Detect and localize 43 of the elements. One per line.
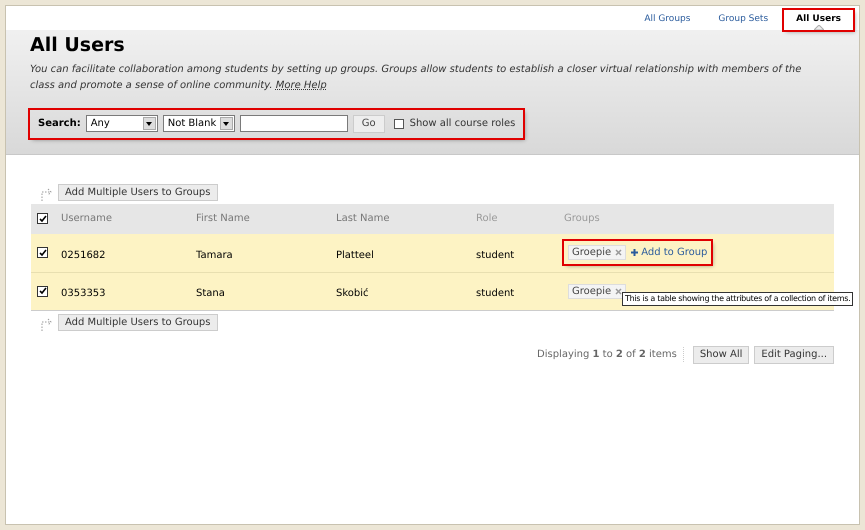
add-multiple-users-button[interactable]: Add Multiple Users to Groups [58,314,218,331]
add-multiple-users-button[interactable]: Add Multiple Users to Groups [58,184,218,201]
table-cell: Skobić [336,288,369,300]
group-tag: Groepie [568,245,626,260]
tab[interactable]: Group Sets [706,10,780,30]
paging-button[interactable]: Edit Paging... [754,346,834,364]
dropdown-arrow-icon [223,122,230,126]
table-cell: student [476,250,514,261]
group-tag: Groepie [568,284,626,299]
dropdown[interactable]: Not Blank [162,115,235,132]
paging-button[interactable]: Show All [692,346,750,364]
checkbox[interactable] [37,286,48,297]
column-header: Role [476,213,498,224]
table-cell: Platteel [336,250,374,261]
checkbox[interactable] [394,118,404,129]
plus-icon [631,249,638,256]
paging-summary: Displaying 1 to 2 of 2 items [537,347,684,362]
checkbox[interactable] [37,213,48,224]
dropdown[interactable]: Any [86,115,158,132]
column-header: Last Name [336,213,390,224]
column-header: First Name [196,213,250,224]
more-help-link[interactable]: More Help [276,80,327,91]
table-cell: 0251682 [61,250,106,261]
column-header: Groups [564,213,600,224]
remove-icon[interactable] [615,288,622,295]
tab-pointer-icon [814,24,824,30]
add-to-group-link[interactable]: Add to Group [631,245,708,260]
search-label: Search: [38,117,81,132]
checkbox-label: Show all course roles [410,117,516,132]
table-cell: 0353353 [61,288,106,300]
tab[interactable]: All Users [784,10,853,30]
tab[interactable]: All Groups [632,10,702,30]
page-title: All Users [30,34,126,58]
search-field[interactable] [240,115,348,132]
table-cell: Stana [196,288,225,300]
table-cell: Tamara [196,250,233,261]
table-cell: student [476,288,514,300]
tooltip: This is a table showing the attributes of a collection of items. [622,292,854,306]
column-header: Username [61,213,112,224]
dropdown-arrow-icon [146,122,152,126]
description-text: You can facilitate collaboration among students by setting up groups. Groups allow students to establish a closer virtual relationship with members of the class and promote a sense of online community. More Help [30,62,802,93]
checkbox[interactable] [37,247,48,258]
go-button[interactable]: Go [352,114,385,133]
